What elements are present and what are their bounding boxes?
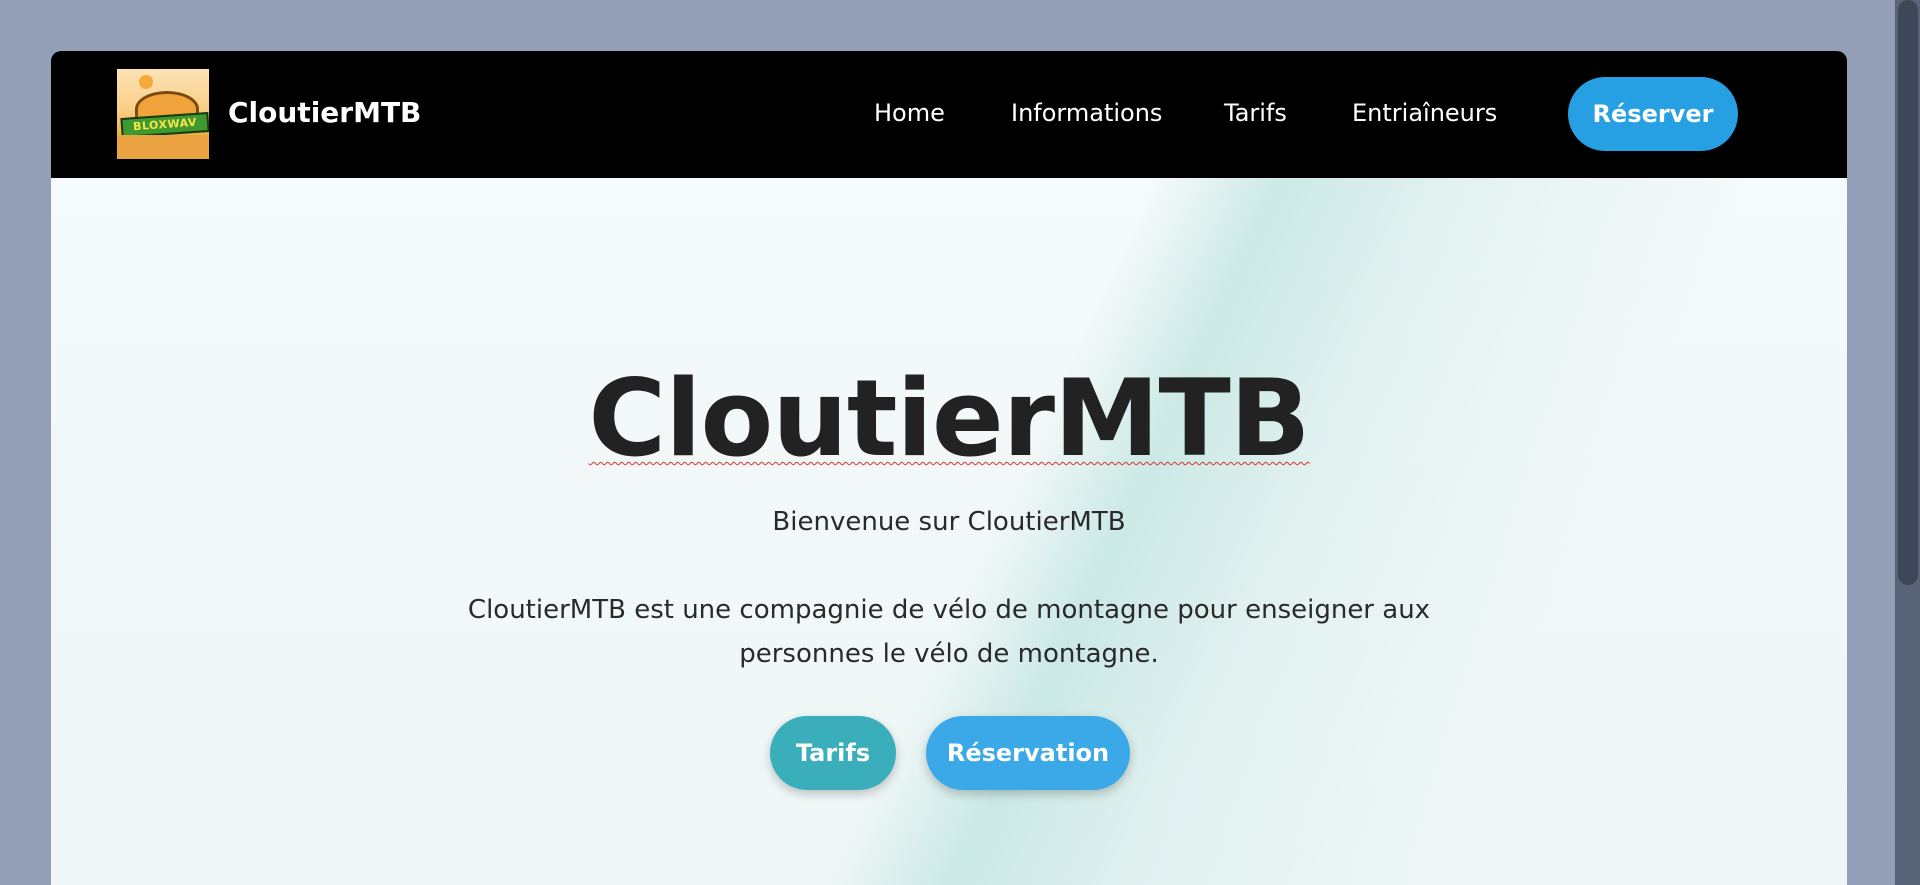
page-frame: BLOXWAV CloutierMTB Home Informations Ta… — [51, 51, 1847, 885]
logo-ground — [117, 135, 209, 159]
hero-title-text: CloutierMTB — [588, 357, 1310, 480]
hero-section: CloutierMTB Bienvenue sur CloutierMTB Cl… — [51, 178, 1847, 885]
tarifs-button[interactable]: Tarifs — [770, 716, 896, 790]
hero-title: CloutierMTB — [51, 357, 1847, 481]
logo-image[interactable]: BLOXWAV — [117, 69, 209, 159]
hero-description: CloutierMTB est une compagnie de vélo de… — [467, 595, 1431, 669]
nav-link-home[interactable]: Home — [874, 91, 945, 135]
reserve-button[interactable]: Réserver — [1568, 77, 1738, 151]
hero-subtitle: Bienvenue sur CloutierMTB — [772, 507, 1126, 537]
reservation-button[interactable]: Réservation — [926, 716, 1130, 790]
navbar: BLOXWAV CloutierMTB Home Informations Ta… — [51, 51, 1847, 178]
brand-name[interactable]: CloutierMTB — [228, 91, 421, 135]
nav-link-entraineurs[interactable]: Entriaîneurs — [1352, 91, 1497, 135]
nav-link-tarifs[interactable]: Tarifs — [1224, 91, 1287, 135]
scrollbar-thumb[interactable] — [1898, 0, 1918, 585]
nav-link-informations[interactable]: Informations — [1011, 91, 1162, 135]
logo-sun-icon — [139, 75, 153, 89]
